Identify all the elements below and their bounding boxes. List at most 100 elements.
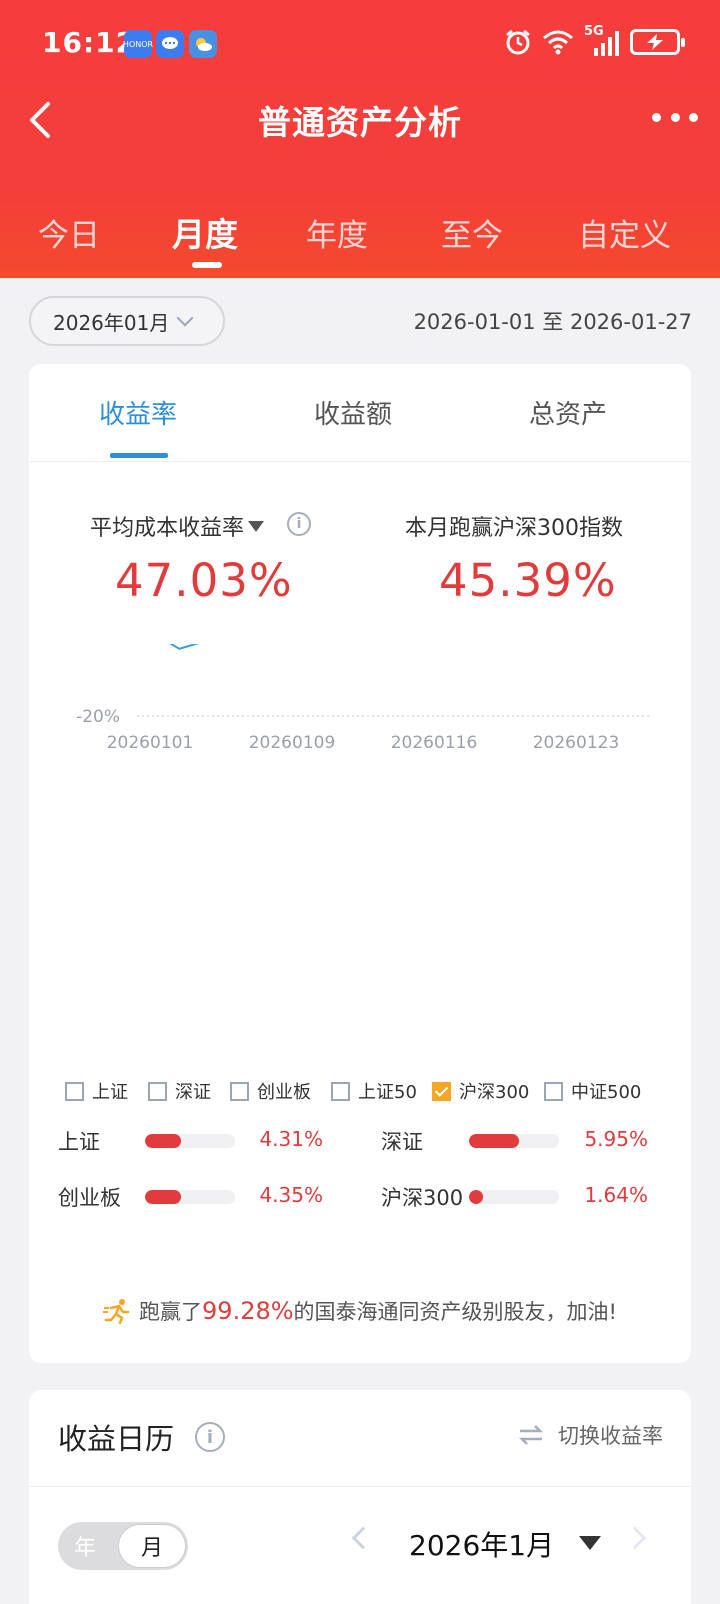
tab-to-date[interactable]: 至今	[441, 210, 503, 255]
chevron-right-icon[interactable]	[623, 1526, 647, 1550]
tab-yearly[interactable]: 年度	[306, 210, 368, 255]
check-shanghai[interactable]: 上证	[65, 1078, 128, 1104]
index-checklist: 上证 深证 创业板 上证50 沪深300 中证500	[29, 1078, 691, 1112]
period-tabs: 今日 月度 年度 至今 自定义	[0, 210, 720, 270]
benchmark-bar-fill	[469, 1190, 483, 1204]
metric-tab-indicator	[110, 453, 168, 458]
check-csi500[interactable]: 中证500	[544, 1078, 641, 1104]
divider	[29, 1486, 691, 1487]
beat-index-label: 本月跑赢沪深300指数	[405, 516, 623, 541]
chevron-down-icon	[176, 309, 194, 327]
benchmark-value: 4.31%	[259, 1127, 323, 1151]
benchmark-label: 上证	[58, 1130, 100, 1154]
message-icon	[156, 30, 184, 58]
page-title: 普通资产分析	[258, 103, 462, 142]
avg-cost-return-label: 平均成本收益率	[90, 516, 245, 541]
status-bar: 16:12 HONOR 5G	[0, 0, 720, 90]
benchmark-bar	[145, 1134, 235, 1148]
more-button[interactable]	[652, 102, 698, 132]
more-dot-icon	[689, 112, 698, 122]
active-tab-indicator	[192, 262, 222, 268]
month-selector-label: 2026年01月	[53, 310, 170, 335]
chevron-left-icon[interactable]	[351, 1526, 375, 1550]
benchmark-value: 5.95%	[584, 1127, 648, 1151]
beat-index-value: 45.39%	[439, 554, 617, 607]
y-tick-label: -20%	[76, 707, 120, 727]
x-tick-label: 20260101	[107, 733, 194, 753]
return-calendar-card: 收益日历 i 切换收益率 年 月 2026年1月	[29, 1390, 691, 1604]
caret-down-icon[interactable]	[579, 1536, 601, 1550]
portfolio-return-line	[169, 644, 199, 650]
check-label: 创业板	[257, 1082, 311, 1103]
more-dot-icon	[652, 112, 661, 122]
checkbox-icon	[230, 1081, 249, 1101]
caret-down-icon	[248, 521, 265, 532]
tab-return-amount[interactable]: 收益额	[314, 394, 392, 431]
beat-peers-percent: 99.28%	[202, 1297, 294, 1325]
benchmark-bar	[469, 1190, 559, 1204]
checkbox-icon	[544, 1081, 563, 1101]
switch-return-rate-label: 切换收益率	[558, 1424, 663, 1448]
benchmark-bar	[145, 1190, 235, 1204]
tab-return-rate[interactable]: 收益率	[99, 394, 177, 431]
return-analysis-card: 收益率 收益额 总资产 平均成本收益率 i 47.03% 本月跑赢沪深300指数…	[29, 364, 691, 1363]
benchmark-label: 沪深300	[381, 1186, 464, 1210]
return-line-chart: 60%40%20%0%-20% 202601012026010920260116…	[76, 644, 649, 753]
info-icon[interactable]: i	[287, 512, 311, 536]
check-chinext[interactable]: 创业板	[230, 1078, 311, 1104]
tab-today[interactable]: 今日	[38, 210, 100, 255]
check-csi300[interactable]: 沪深300	[432, 1078, 529, 1104]
more-dot-icon	[670, 112, 680, 122]
x-tick-label: 20260123	[533, 733, 620, 753]
benchmark-value: 1.64%	[584, 1183, 648, 1207]
x-tick-label: 20260116	[391, 733, 478, 753]
calendar-month-label[interactable]: 2026年1月	[409, 1524, 554, 1564]
beat-peers-prefix: 跑赢了	[139, 1300, 203, 1324]
benchmark-label: 创业板	[58, 1186, 121, 1210]
swap-icon	[518, 1425, 544, 1445]
toggle-year[interactable]: 年	[74, 1530, 96, 1562]
return-area	[171, 644, 196, 649]
check-label: 上证	[92, 1082, 128, 1103]
month-selector[interactable]: 2026年01月	[29, 296, 225, 346]
nav-bar: 普通资产分析	[0, 90, 720, 150]
info-icon[interactable]: i	[195, 1422, 225, 1452]
check-label: 上证50	[358, 1082, 417, 1103]
honor-app-icon: HONOR	[123, 30, 153, 58]
check-sse50[interactable]: 上证50	[331, 1078, 417, 1104]
tab-monthly[interactable]: 月度	[172, 208, 238, 256]
checkbox-icon	[148, 1081, 167, 1101]
benchmark-value: 4.35%	[259, 1183, 323, 1207]
tab-custom[interactable]: 自定义	[578, 210, 671, 255]
checkbox-icon	[65, 1081, 84, 1101]
avg-cost-return-dropdown[interactable]: 平均成本收益率	[90, 510, 265, 542]
checkbox-icon	[331, 1081, 350, 1101]
switch-return-rate-button[interactable]: 切换收益率	[518, 1420, 663, 1450]
alarm-icon	[506, 29, 530, 55]
benchmark-bar	[469, 1134, 559, 1148]
calendar-title: 收益日历	[58, 1422, 175, 1456]
date-range: 2026-01-01 至 2026-01-27	[413, 310, 692, 334]
battery-icon	[630, 29, 685, 55]
check-shenzhen[interactable]: 深证	[148, 1078, 211, 1104]
x-tick-label: 20260109	[249, 733, 336, 753]
benchmark-label: 深证	[381, 1130, 423, 1154]
check-label: 深证	[175, 1082, 211, 1103]
avg-cost-return-value: 47.03%	[115, 554, 293, 607]
beat-peers-suffix: 的国泰海通同资产级别股友，加油!	[293, 1300, 617, 1324]
year-month-toggle: 年 月	[58, 1522, 188, 1570]
wifi-icon	[543, 30, 573, 55]
runner-icon	[103, 1299, 130, 1324]
toggle-month[interactable]: 月	[118, 1524, 186, 1568]
check-label: 中证500	[571, 1082, 642, 1103]
metric-tabs: 收益率 收益额 总资产	[29, 364, 691, 462]
benchmark-bar-fill	[145, 1134, 181, 1148]
benchmark-bar-fill	[469, 1134, 519, 1148]
check-label: 沪深300	[459, 1082, 530, 1103]
weather-icon	[189, 30, 217, 58]
cellular-signal-icon: 5G	[584, 24, 620, 56]
status-right: 5G	[504, 24, 685, 56]
beat-peers-line: 跑赢了 99.28% 的国泰海通同资产级别股友，加油!	[29, 1296, 691, 1326]
app-header: 16:12 HONOR 5G 普通资产分析 今日 月度 年度 至今 自定义	[0, 0, 720, 278]
tab-total-assets[interactable]: 总资产	[529, 394, 607, 431]
